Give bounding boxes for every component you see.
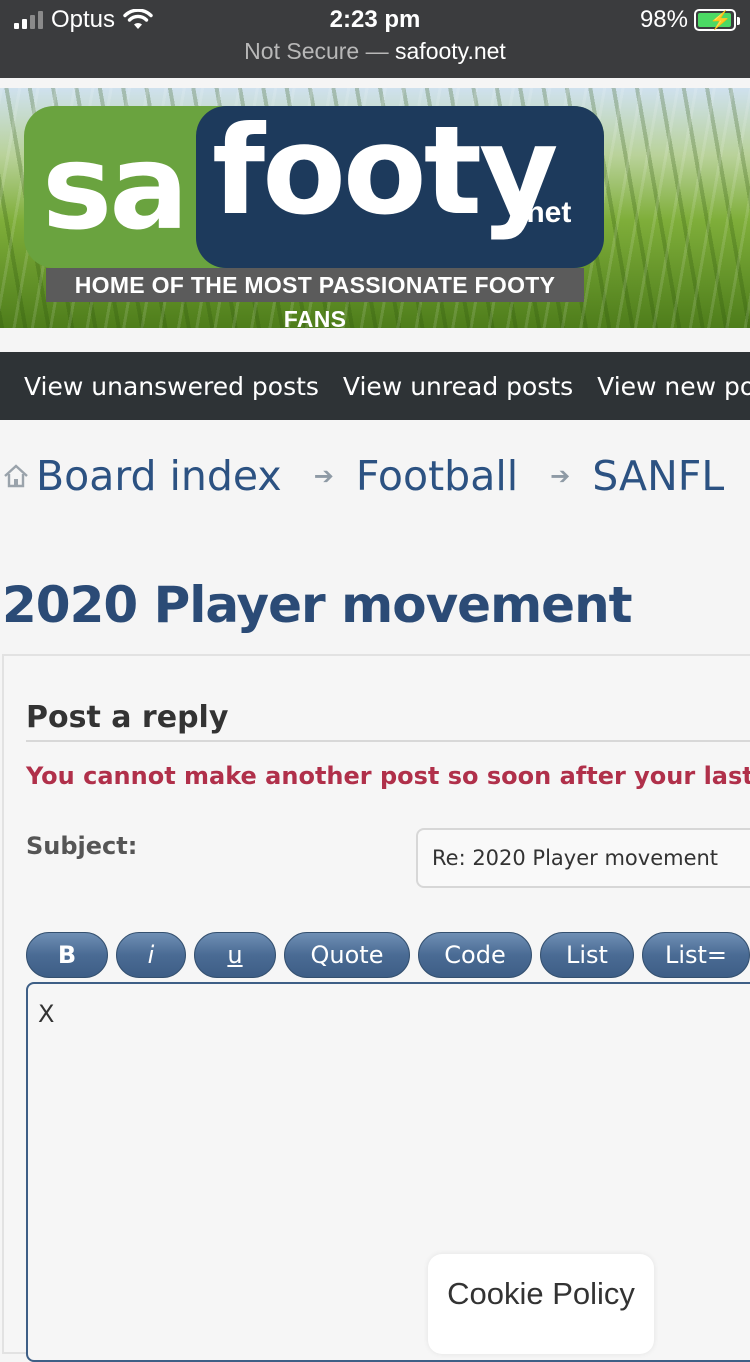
status-bar: Optus 2:23 pm 98% ⚡ Not Secure — safooty… [0, 0, 750, 78]
nav-new-posts[interactable]: View new posts [597, 372, 750, 401]
url-host: safooty.net [395, 38, 506, 64]
underline-button[interactable]: u [194, 932, 276, 978]
clock: 2:23 pm [329, 6, 421, 33]
list-button[interactable]: List [540, 932, 634, 978]
cookie-policy-button[interactable]: Cookie Policy [428, 1254, 654, 1354]
logo-text-net: .net [518, 196, 572, 229]
breadcrumb-sanfl[interactable]: SANFL [592, 452, 724, 500]
bbcode-toolbar: B i u Quote Code List List= [26, 932, 750, 978]
home-icon [4, 464, 28, 488]
not-secure-label: Not Secure — [244, 38, 389, 64]
charging-bolt-icon: ⚡ [709, 10, 732, 30]
nav-unread-posts[interactable]: View unread posts [343, 372, 573, 401]
heading-divider [26, 740, 750, 742]
logo-text-sa: sa [42, 118, 189, 256]
bold-button[interactable]: B [26, 932, 108, 978]
subject-input[interactable]: Re: 2020 Player movement [416, 828, 750, 888]
battery-percent: 98% [639, 6, 688, 33]
breadcrumb-arrow-icon: ➔ [313, 462, 334, 490]
breadcrumb-football[interactable]: Football [356, 452, 518, 500]
nav-unanswered-posts[interactable]: View unanswered posts [24, 372, 319, 401]
post-reply-heading: Post a reply [26, 700, 229, 735]
breadcrumb: Board index ➔ Football ➔ SANFL [0, 448, 750, 504]
cookie-policy-label: Cookie Policy [447, 1276, 635, 1311]
status-bar-right: 98% ⚡ [639, 6, 740, 34]
italic-button[interactable]: i [116, 932, 186, 978]
quote-button[interactable]: Quote [284, 932, 410, 978]
breadcrumb-board-index[interactable]: Board index [36, 452, 282, 500]
subject-label: Subject: [26, 832, 138, 860]
error-message: You cannot make another post so soon aft… [26, 762, 750, 790]
logo-tagline: HOME OF THE MOST PASSIONATE FOOTY FANS [46, 268, 584, 328]
site-banner[interactable]: sa footy .net HOME OF THE MOST PASSIONAT… [0, 88, 750, 328]
message-content: X [38, 1000, 55, 1028]
breadcrumb-arrow-icon: ➔ [550, 462, 571, 490]
battery-icon: ⚡ [694, 9, 740, 31]
code-button[interactable]: Code [418, 932, 532, 978]
address-bar[interactable]: Not Secure — safooty.net [0, 38, 750, 65]
logo-text-footy: footy [212, 100, 559, 242]
quick-links-bar: View unanswered posts View unread posts … [0, 352, 750, 420]
topic-title[interactable]: 2020 Player movement [2, 576, 633, 634]
ordered-list-button[interactable]: List= [642, 932, 750, 978]
